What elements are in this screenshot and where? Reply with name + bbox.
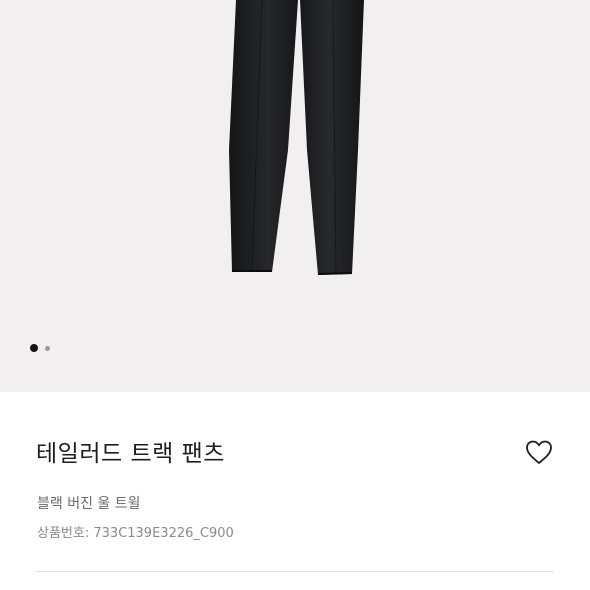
product-code-value: 733C139E3226_C900 <box>93 526 234 541</box>
carousel-dot-active[interactable] <box>30 344 38 352</box>
product-code: 상품번호: 733C139E3226_C900 <box>37 522 234 541</box>
divider <box>36 571 554 572</box>
pants-left-leg <box>229 0 298 272</box>
pants-right-leg <box>300 0 364 275</box>
product-title: 테일러드 트랙 팬츠 <box>36 441 225 467</box>
product-image-gallery[interactable] <box>0 0 590 392</box>
product-material: 블랙 버진 울 트윌 <box>37 496 141 512</box>
product-detail-page: 테일러드 트랙 팬츠 블랙 버진 울 트윌 상품번호: 733C139E3226… <box>0 0 590 590</box>
product-image <box>229 0 364 276</box>
carousel-dot[interactable] <box>45 345 50 351</box>
carousel-indicator <box>30 344 50 352</box>
product-code-label: 상품번호: <box>37 526 90 541</box>
heart-outline-icon[interactable] <box>524 438 554 466</box>
product-info: 테일러드 트랙 팬츠 블랙 버진 울 트윌 상품번호: 733C139E3226… <box>0 392 590 590</box>
